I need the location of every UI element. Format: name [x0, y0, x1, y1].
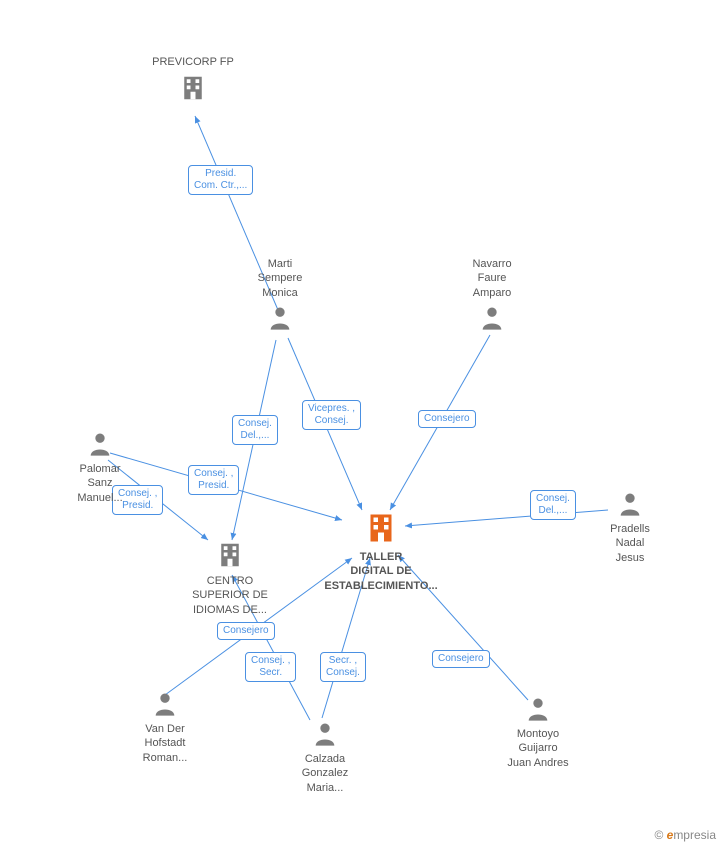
edge-label-consej-presid-palomar-taller: Consej. , Presid. [188, 465, 239, 495]
edge-label-vicepres-consej: Vicepres. , Consej. [302, 400, 361, 430]
person-icon [524, 695, 552, 723]
person-palomar-label: Palomar Sanz Manuel... [77, 462, 122, 505]
person-calzada[interactable]: Calzada Gonzalez Maria... [280, 720, 370, 795]
company-taller[interactable]: TALLER DIGITAL DE ESTABLECIMIENTO... [316, 510, 446, 593]
building-icon [363, 510, 399, 546]
person-marti-label: Marti Sempere Monica [258, 257, 303, 300]
company-previcorp-label: PREVICORP FP [152, 55, 234, 69]
person-montoyo[interactable]: Montoyo Guijarro Juan Andres [488, 695, 588, 770]
person-icon [616, 490, 644, 518]
person-icon [151, 690, 179, 718]
watermark-copyright: © [654, 828, 666, 842]
person-icon [266, 304, 294, 332]
company-taller-label: TALLER DIGITAL DE ESTABLECIMIENTO... [324, 550, 437, 593]
person-icon [86, 430, 114, 458]
person-palomar[interactable]: Palomar Sanz Manuel... [60, 430, 140, 505]
person-calzada-label: Calzada Gonzalez Maria... [302, 752, 348, 795]
person-icon [478, 304, 506, 332]
person-montoyo-label: Montoyo Guijarro Juan Andres [507, 727, 568, 770]
edge-label-consejero-montoyo: Consejero [432, 650, 490, 668]
company-centro-label: CENTRO SUPERIOR DE IDIOMAS DE... [192, 574, 268, 617]
company-previcorp[interactable]: PREVICORP FP [138, 55, 248, 103]
edge-label-consejero-navarro: Consejero [418, 410, 476, 428]
edge-label-consejero-vander: Consejero [217, 622, 275, 640]
edge-label-consej-secr-calzada-centro: Consej. , Secr. [245, 652, 296, 682]
edge-label-consej-del-marti: Consej. Del.,... [232, 415, 278, 445]
person-icon [311, 720, 339, 748]
person-pradells[interactable]: Pradells Nadal Jesus [590, 490, 670, 565]
edge-label-consej-del-pradells: Consej. Del.,... [530, 490, 576, 520]
person-navarro[interactable]: Navarro Faure Amparo [452, 257, 532, 332]
person-pradells-label: Pradells Nadal Jesus [610, 522, 650, 565]
person-vander-label: Van Der Hofstadt Roman... [143, 722, 188, 765]
person-navarro-label: Navarro Faure Amparo [472, 257, 511, 300]
watermark: © empresia [654, 828, 716, 842]
edge-label-secr-consej-calzada-taller: Secr. , Consej. [320, 652, 366, 682]
building-icon [215, 540, 245, 570]
watermark-brand-rest: mpresia [673, 828, 716, 842]
building-icon [178, 73, 208, 103]
person-vander[interactable]: Van Der Hofstadt Roman... [120, 690, 210, 765]
person-marti[interactable]: Marti Sempere Monica [240, 257, 320, 332]
company-centro[interactable]: CENTRO SUPERIOR DE IDIOMAS DE... [180, 540, 280, 617]
edge-label-presid-com-ctr: Presid. Com. Ctr.,... [188, 165, 253, 195]
